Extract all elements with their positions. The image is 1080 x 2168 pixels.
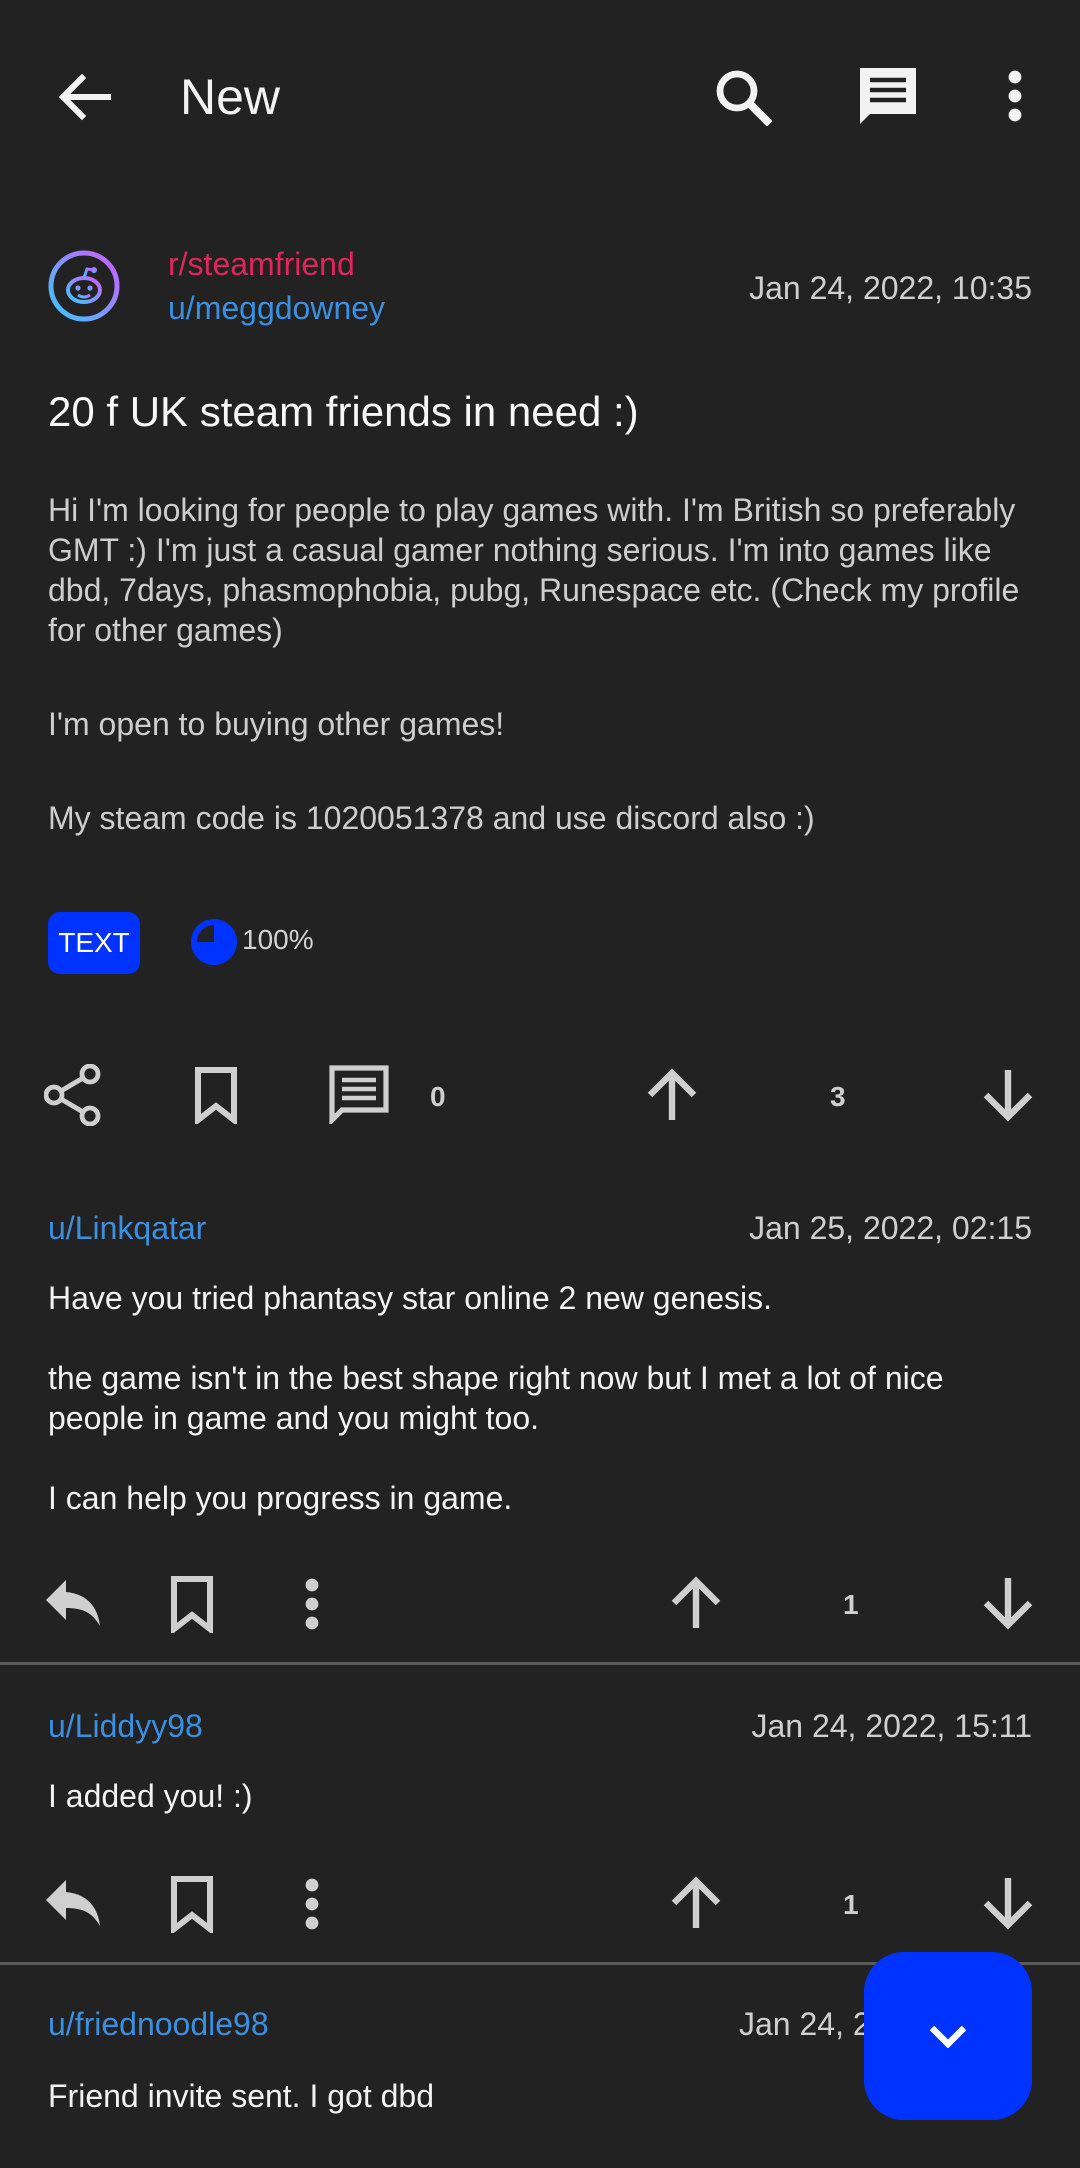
comment-paragraph: the game isn't in the best shape right n… (48, 1360, 944, 1436)
comment-timestamp: Jan 24, 2022, 15:11 (751, 1708, 1032, 1744)
comment-icon[interactable] (858, 66, 918, 126)
comment-author[interactable]: u/Linkqatar (48, 1210, 206, 1247)
scroll-down-fab[interactable] (864, 1952, 1032, 2120)
page-title: New (180, 69, 281, 125)
more-vertical-icon[interactable] (302, 1878, 322, 1930)
post-timestamp: Jan 24, 2022, 10:35 (749, 270, 1032, 306)
post-score: 3 (830, 1081, 846, 1112)
post-body: Hi I'm looking for people to play games … (48, 490, 1038, 892)
comment-body: I added you! :) (48, 1776, 1038, 1856)
comment-score: 1 (843, 1589, 859, 1620)
reply-icon[interactable] (44, 1878, 102, 1928)
upvote-ratio: 100% (242, 924, 314, 955)
bookmark-icon[interactable] (170, 1575, 214, 1633)
subreddit-avatar-icon[interactable] (48, 250, 120, 322)
comment-paragraph: I added you! :) (48, 1778, 253, 1814)
upvote-icon[interactable] (646, 1068, 698, 1122)
back-arrow-icon[interactable] (56, 72, 112, 122)
post-paragraph: Hi I'm looking for people to play games … (48, 492, 1020, 648)
comments-icon[interactable] (328, 1064, 390, 1124)
top-app-bar: New (0, 0, 1080, 190)
comment-author[interactable]: u/Liddyy98 (48, 1708, 203, 1745)
subreddit-name[interactable]: r/steamfriend (168, 246, 355, 283)
bookmark-icon[interactable] (194, 1066, 238, 1124)
bookmark-icon[interactable] (170, 1875, 214, 1933)
downvote-icon[interactable] (982, 1876, 1034, 1930)
more-vertical-icon[interactable] (302, 1578, 322, 1630)
comment-divider (0, 1662, 1080, 1665)
post-paragraph: I'm open to buying other games! (48, 706, 505, 742)
more-vertical-icon[interactable] (1004, 70, 1026, 122)
comment-paragraph: I can help you progress in game. (48, 1480, 513, 1516)
downvote-icon[interactable] (982, 1576, 1034, 1630)
comment-body: Have you tried phantasy star online 2 ne… (48, 1278, 1038, 1558)
comment-timestamp: Jan 24, 2 (739, 2006, 871, 2042)
comment-timestamp: Jan 25, 2022, 02:15 (749, 1210, 1032, 1246)
comment-score: 1 (843, 1889, 859, 1920)
post-type-tag[interactable]: TEXT (48, 912, 140, 974)
upvote-icon[interactable] (670, 1576, 722, 1630)
upvote-icon[interactable] (670, 1876, 722, 1930)
search-icon[interactable] (714, 68, 772, 126)
share-icon[interactable] (44, 1064, 102, 1126)
comment-author[interactable]: u/friednoodle98 (48, 2006, 269, 2043)
post-author[interactable]: u/meggdowney (168, 290, 385, 327)
chevron-down-icon (928, 2024, 968, 2048)
comment-paragraph: Have you tried phantasy star online 2 ne… (48, 1280, 772, 1316)
post-title: 20 f UK steam friends in need :) (48, 388, 639, 435)
downvote-icon[interactable] (982, 1068, 1034, 1122)
upvote-ratio-icon (190, 918, 238, 966)
reply-icon[interactable] (44, 1578, 102, 1628)
comment-count: 0 (430, 1081, 446, 1112)
post-paragraph: My steam code is 1020051378 and use disc… (48, 800, 815, 836)
